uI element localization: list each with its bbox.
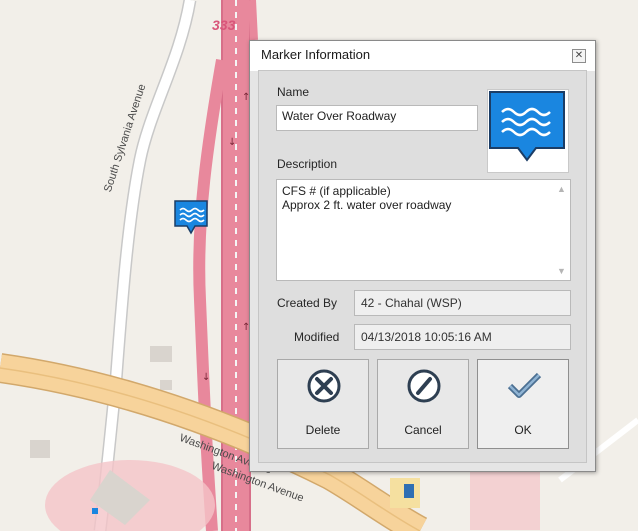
modified-value: 04/13/2018 10:05:16 AM	[361, 330, 492, 344]
name-field[interactable]: Water Over Roadway	[276, 105, 478, 131]
water-waves-icon	[489, 91, 565, 162]
description-scrollbar[interactable]: ▲ ▼	[554, 181, 569, 279]
dialog-title: Marker Information	[261, 47, 371, 62]
cancel-label: Cancel	[404, 423, 442, 437]
marker-information-dialog: Marker Information ✕ Name Water Over Roa…	[249, 40, 596, 472]
description-textarea[interactable]: CFS # (if applicable) Approx 2 ft. water…	[276, 179, 571, 281]
name-value: Water Over Roadway	[282, 109, 397, 123]
close-button[interactable]: ✕	[572, 49, 586, 63]
description-line: Approx 2 ft. water over roadway	[282, 198, 452, 212]
created-by-field: 42 - Chahal (WSP)	[354, 290, 571, 316]
cancel-slash-icon	[407, 369, 441, 403]
scroll-down-icon[interactable]: ▼	[557, 266, 566, 276]
scroll-up-icon[interactable]: ▲	[557, 184, 566, 194]
delete-label: Delete	[305, 423, 341, 437]
marker-icon-picker[interactable]	[487, 89, 569, 173]
delete-x-icon	[307, 369, 341, 403]
water-marker-icon[interactable]	[174, 200, 208, 236]
created-by-value: 42 - Chahal (WSP)	[361, 296, 462, 310]
cancel-button[interactable]: Cancel	[377, 359, 469, 449]
route-shield: 333	[212, 17, 236, 33]
dialog-titlebar[interactable]: Marker Information ✕	[250, 41, 595, 71]
close-icon: ✕	[574, 50, 584, 61]
description-line: CFS # (if applicable)	[282, 184, 391, 198]
svg-text:↓: ↓	[202, 372, 210, 383]
modified-label: Modified	[294, 330, 340, 344]
ok-button[interactable]: OK	[477, 359, 569, 449]
created-by-label: Created By	[277, 296, 338, 310]
checkmark-icon	[507, 372, 542, 398]
ok-label: OK	[514, 423, 532, 437]
description-label: Description	[277, 157, 338, 171]
modified-field: 04/13/2018 10:05:16 AM	[354, 324, 571, 350]
delete-button[interactable]: Delete	[277, 359, 369, 449]
name-label: Name	[277, 85, 310, 99]
svg-text:↓: ↓	[228, 137, 236, 148]
